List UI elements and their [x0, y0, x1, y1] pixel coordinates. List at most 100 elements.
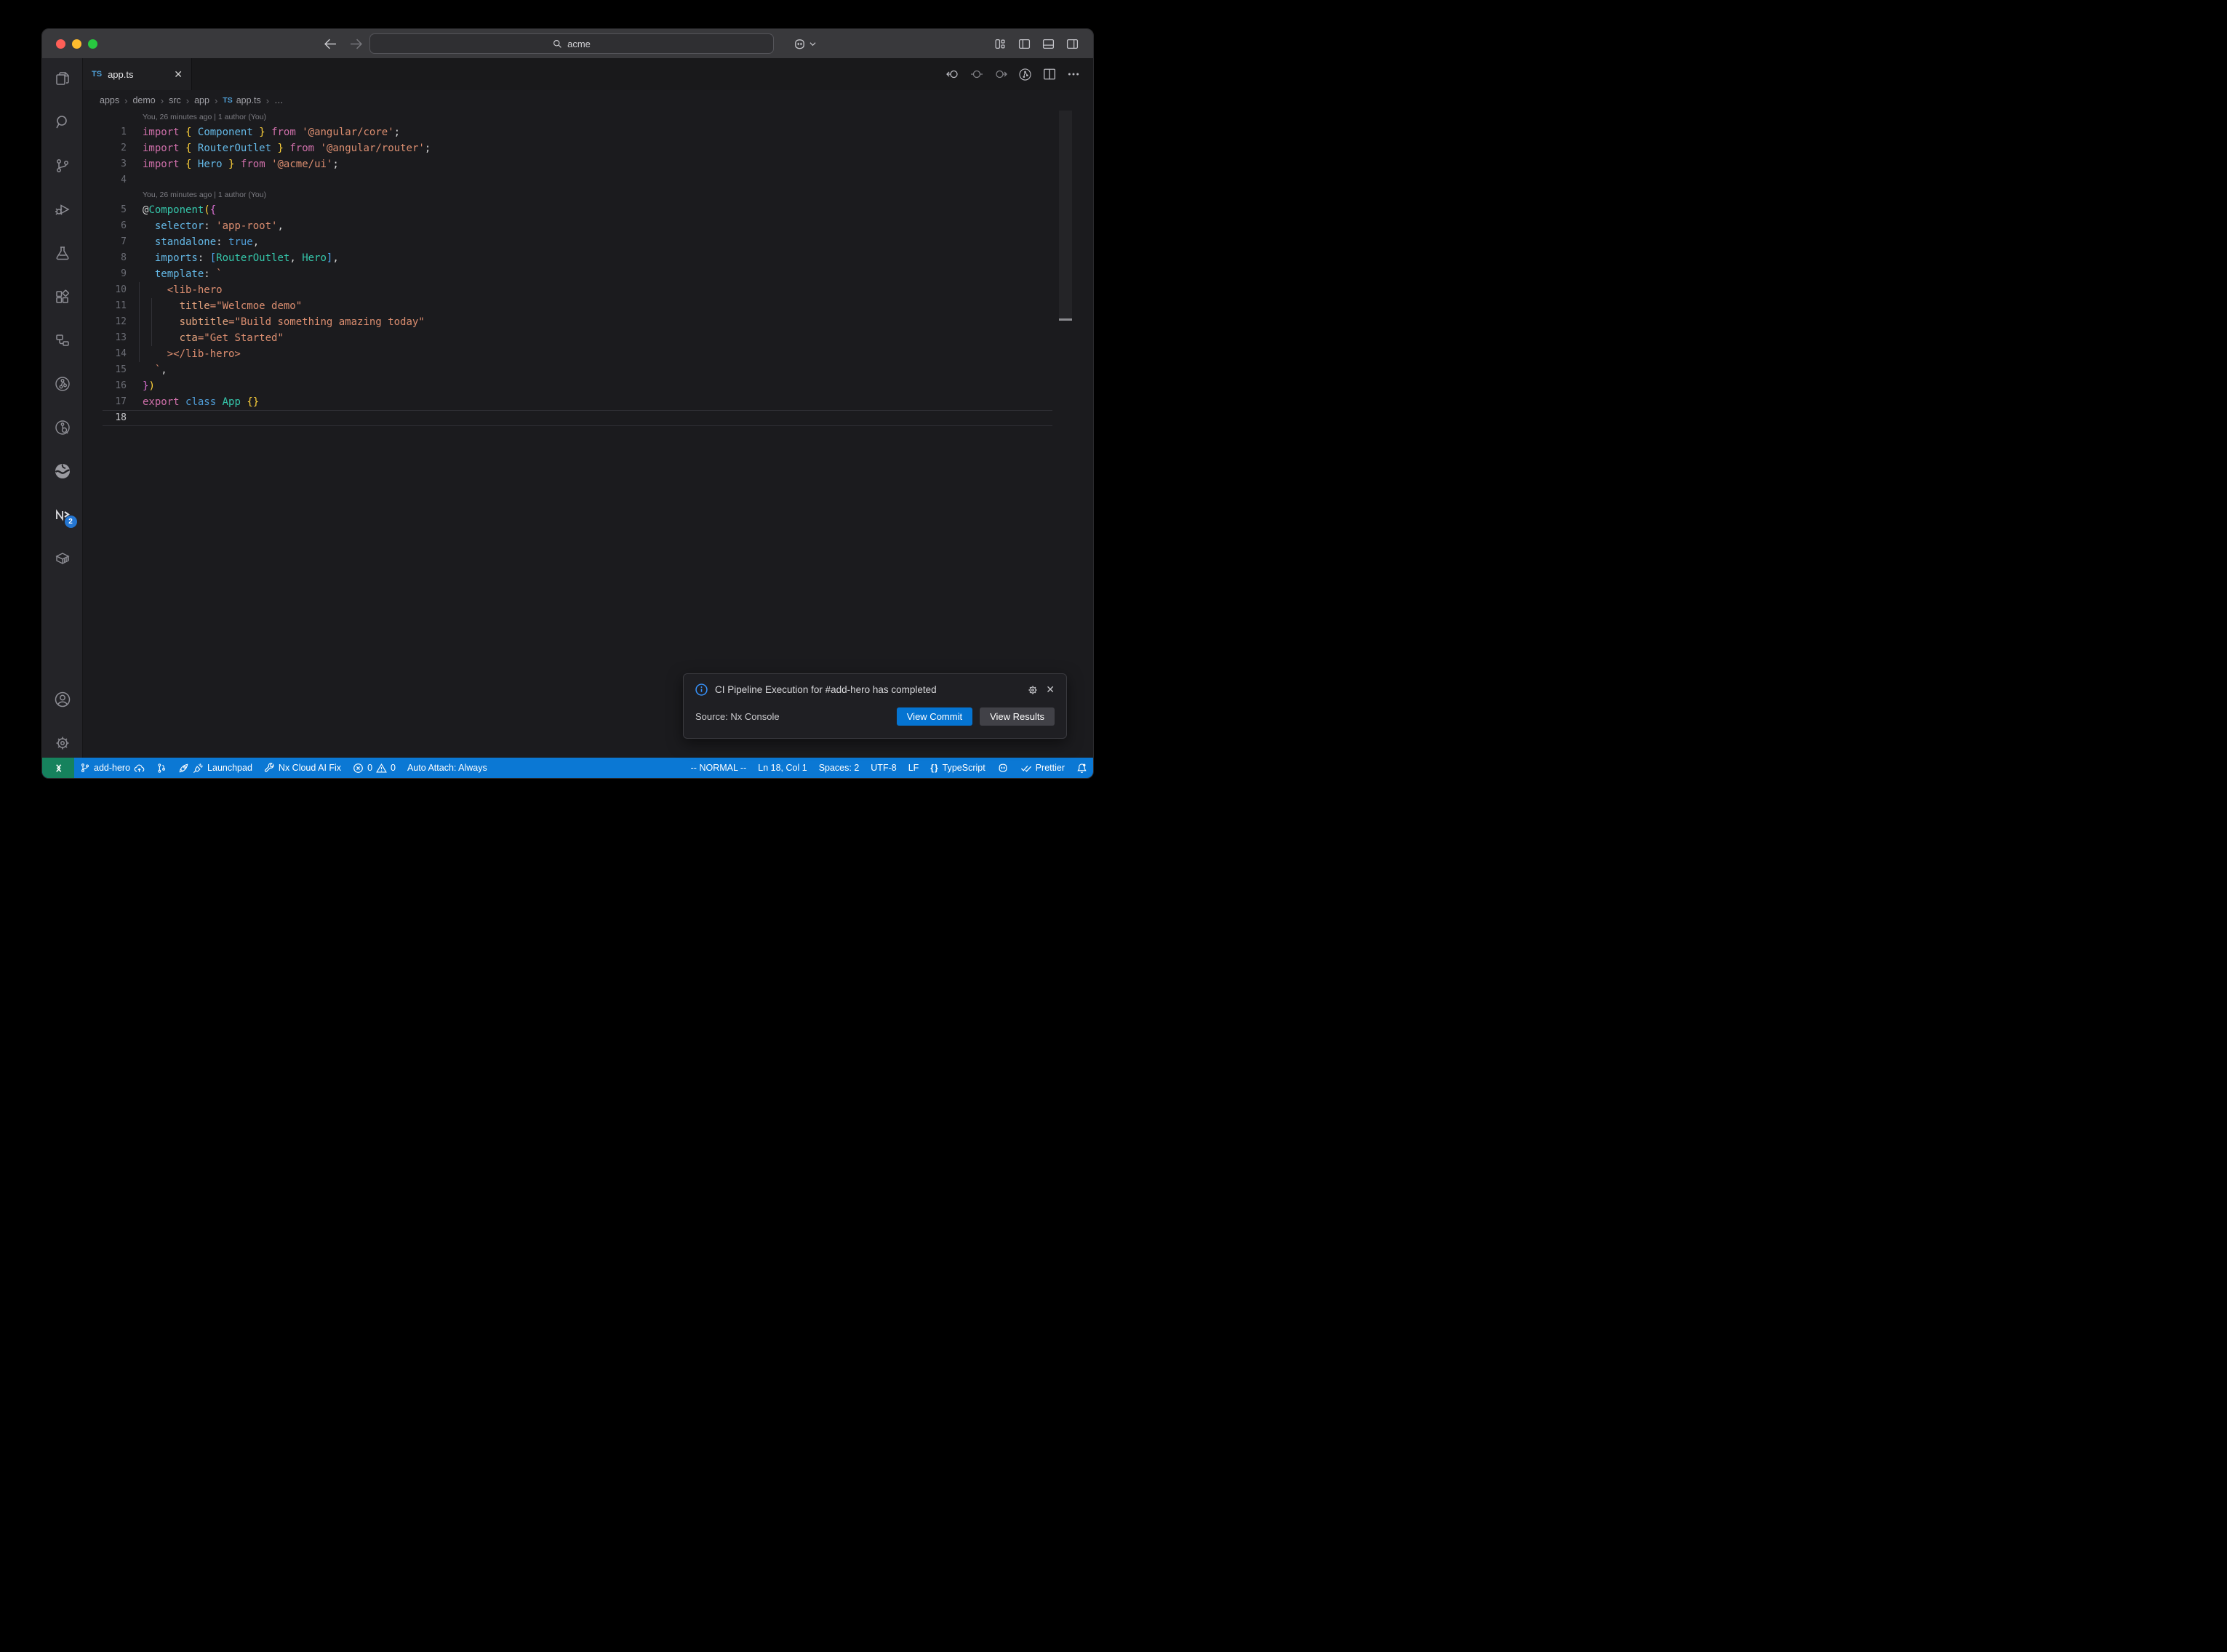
code-line-18[interactable]: 18	[83, 410, 1093, 426]
code-line-6[interactable]: 6 selector: 'app-root',	[83, 218, 1093, 234]
view-results-button[interactable]: View Results	[980, 707, 1055, 726]
previous-change-icon[interactable]	[946, 68, 959, 81]
code-line-13[interactable]: 13 cta="Get Started"	[83, 330, 1093, 346]
activity-bar: 2	[42, 58, 83, 758]
code-line-9[interactable]: 9 template: `	[83, 266, 1093, 282]
close-window-button[interactable]	[56, 39, 65, 49]
remote-indicator[interactable]	[42, 758, 74, 778]
nx-cloud-ai-fix-item[interactable]: Nx Cloud AI Fix	[258, 758, 347, 778]
code-line-2[interactable]: 2import { RouterOutlet } from '@angular/…	[83, 140, 1093, 156]
encoding-item[interactable]: UTF-8	[865, 758, 902, 778]
view-commit-button[interactable]: View Commit	[897, 707, 972, 726]
indentation-item[interactable]: Spaces: 2	[813, 758, 865, 778]
notification-toast: CI Pipeline Execution for #add-hero has …	[683, 673, 1067, 739]
breadcrumb-item[interactable]: demo	[132, 95, 155, 105]
command-center-search[interactable]: acme	[369, 33, 774, 54]
scrollbar-track[interactable]	[1059, 111, 1072, 318]
notifications-bell-item[interactable]	[1071, 758, 1093, 778]
line-number: 12	[83, 314, 127, 330]
tab-app-ts[interactable]: TS app.ts ✕	[83, 58, 192, 90]
warnings-icon	[376, 763, 387, 774]
source-control-icon[interactable]	[54, 157, 71, 175]
breadcrumb-separator: ›	[266, 95, 269, 106]
explorer-icon[interactable]	[54, 70, 71, 87]
search-sidebar-icon[interactable]	[54, 113, 71, 131]
line-number: 2	[83, 140, 127, 156]
notification-settings-icon[interactable]	[1027, 684, 1039, 696]
gitlens-codelens[interactable]: You, 26 minutes ago | 1 author (You)	[83, 188, 1093, 202]
minimize-window-button[interactable]	[72, 39, 81, 49]
gitlens-graph-icon[interactable]	[1018, 68, 1032, 81]
breadcrumb-item[interactable]: apps	[100, 95, 119, 105]
line-number: 6	[83, 218, 127, 234]
toggle-panel-icon[interactable]	[1042, 38, 1055, 50]
gitlens-codelens[interactable]: You, 26 minutes ago | 1 author (You)	[83, 111, 1093, 124]
toggle-primary-sidebar-icon[interactable]	[1018, 38, 1031, 50]
code-line-3[interactable]: 3import { Hero } from '@acme/ui';	[83, 156, 1093, 172]
plug-icon	[193, 763, 204, 774]
vim-mode-label: -- NORMAL --	[691, 763, 747, 773]
vim-mode-item[interactable]: -- NORMAL --	[685, 758, 753, 778]
next-change-icon[interactable]	[994, 68, 1007, 81]
code-line-1[interactable]: 1import { Component } from '@angular/cor…	[83, 124, 1093, 140]
code-line-15[interactable]: 15 `,	[83, 362, 1093, 378]
accounts-icon[interactable]	[54, 691, 71, 708]
more-actions-icon[interactable]	[1067, 68, 1080, 81]
code-line-7[interactable]: 7 standalone: true,	[83, 234, 1093, 250]
gitlens-inspect-icon[interactable]	[54, 419, 71, 436]
problems-item[interactable]: 0 0	[347, 758, 401, 778]
code-line-10[interactable]: 10 <lib-hero	[83, 282, 1093, 298]
breadcrumb-item[interactable]: …	[274, 95, 284, 105]
code-line-17[interactable]: 17export class App {}	[83, 394, 1093, 410]
status-bar: add-hero Launchpad Nx Cloud AI Fix 0 0	[42, 758, 1093, 778]
error-count: 0	[367, 763, 372, 773]
commit-graph-item[interactable]	[151, 758, 172, 778]
cursor-position-item[interactable]: Ln 18, Col 1	[752, 758, 812, 778]
breadcrumb-item[interactable]: app	[194, 95, 209, 105]
nx-console-icon[interactable]: 2	[54, 506, 71, 524]
devtools-swirl-icon[interactable]	[54, 462, 71, 480]
tab-close-icon[interactable]: ✕	[174, 69, 183, 79]
notification-source: Source: Nx Console	[695, 711, 780, 722]
forward-arrow-icon[interactable]	[350, 39, 362, 49]
change-indicator-icon[interactable]	[970, 68, 983, 81]
prettier-item[interactable]: Prettier	[1015, 758, 1071, 778]
code-line-5[interactable]: 5@Component({	[83, 202, 1093, 218]
breadcrumb[interactable]: apps›demo›src›app›TSapp.ts›…	[83, 90, 1093, 111]
toggle-secondary-sidebar-icon[interactable]	[1066, 38, 1079, 50]
zoom-window-button[interactable]	[88, 39, 97, 49]
search-value: acme	[567, 39, 591, 49]
code-line-11[interactable]: 11 title="Welcmoe demo"	[83, 298, 1093, 314]
run-debug-icon[interactable]	[54, 201, 71, 218]
breadcrumb-item[interactable]: app.ts	[236, 95, 261, 105]
line-number: 14	[83, 346, 127, 362]
copilot-menu[interactable]	[793, 37, 816, 51]
code-line-14[interactable]: 14 ></lib-hero>	[83, 346, 1093, 362]
split-editor-icon[interactable]	[1043, 68, 1056, 81]
copilot-status-item[interactable]	[991, 758, 1015, 778]
auto-attach-item[interactable]: Auto Attach: Always	[401, 758, 493, 778]
code-line-8[interactable]: 8 imports: [RouterOutlet, Hero],	[83, 250, 1093, 266]
component-hierarchy-icon[interactable]	[54, 332, 71, 349]
gitlens-icon[interactable]	[54, 375, 71, 393]
git-branch-item[interactable]: add-hero	[74, 758, 151, 778]
breadcrumb-item[interactable]: src	[169, 95, 181, 105]
language-mode-item[interactable]: {} TypeScript	[924, 758, 991, 778]
back-arrow-icon[interactable]	[324, 39, 337, 49]
containers-icon[interactable]	[54, 550, 71, 567]
tab-label: app.ts	[108, 69, 133, 80]
launchpad-label: Launchpad	[207, 763, 252, 773]
notification-close-icon[interactable]: ✕	[1046, 683, 1055, 696]
code-editor[interactable]: You, 26 minutes ago | 1 author (You)1imp…	[83, 111, 1093, 758]
braces-icon: {}	[930, 763, 938, 773]
extensions-icon[interactable]	[54, 288, 71, 305]
code-line-12[interactable]: 12 subtitle="Build something amazing tod…	[83, 314, 1093, 330]
nx-cloud-label: Nx Cloud AI Fix	[279, 763, 341, 773]
customize-layout-icon[interactable]	[994, 38, 1007, 50]
code-line-4[interactable]: 4	[83, 172, 1093, 188]
launchpad-item[interactable]: Launchpad	[172, 758, 258, 778]
testing-icon[interactable]	[54, 244, 71, 262]
eol-item[interactable]: LF	[903, 758, 925, 778]
code-line-16[interactable]: 16})	[83, 378, 1093, 394]
settings-gear-icon[interactable]	[54, 734, 71, 752]
